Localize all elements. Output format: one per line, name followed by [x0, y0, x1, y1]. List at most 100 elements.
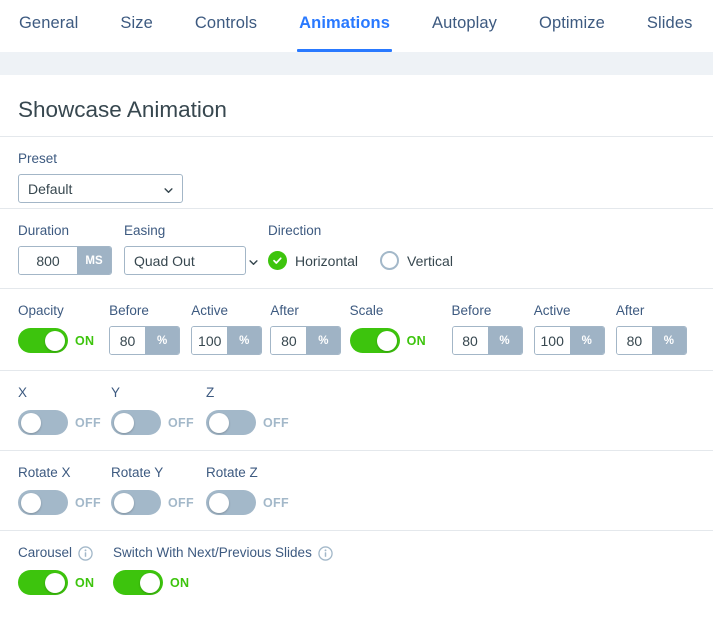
tab-general[interactable]: General — [19, 0, 78, 52]
radio-horizontal-label: Horizontal — [295, 252, 359, 269]
switch-slides-toggle-state: ON — [170, 575, 190, 590]
axis-x-field: X OFF — [18, 385, 111, 437]
scale-before-input-group[interactable]: % — [451, 326, 523, 355]
opacity-before-input[interactable] — [110, 327, 146, 354]
switch-slides-field: Switch With Next/Previous Slides ON — [113, 545, 333, 597]
rotate-z-toggle-state: OFF — [263, 495, 289, 510]
rotate-y-field: Rotate Y OFF — [111, 465, 206, 517]
opacity-after-unit: % — [306, 327, 341, 354]
scale-active-input[interactable] — [534, 327, 570, 354]
rotate-y-toggle[interactable] — [111, 490, 161, 515]
scale-after-label: After — [615, 303, 645, 318]
duration-label: Duration — [18, 223, 70, 238]
opacity-active-input[interactable] — [192, 327, 228, 354]
preset-row: Preset Default — [0, 137, 713, 209]
opacity-active-label: Active — [191, 303, 228, 318]
opacity-after-field: After % — [270, 303, 349, 355]
opacity-active-unit: % — [227, 327, 262, 354]
carousel-label-wrap: Carousel — [18, 545, 113, 561]
tab-label: Optimize — [539, 13, 605, 32]
rotate-x-field: Rotate X OFF — [18, 465, 111, 517]
opacity-before-input-group[interactable]: % — [109, 326, 181, 355]
scale-after-input[interactable] — [616, 327, 652, 354]
info-icon[interactable] — [78, 545, 93, 561]
scale-after-unit: % — [651, 327, 686, 354]
radio-vertical[interactable]: Vertical — [380, 251, 453, 270]
info-icon[interactable] — [318, 545, 333, 561]
opacity-after-input-group[interactable]: % — [270, 326, 342, 355]
axis-z-toggle-row: OFF — [206, 408, 289, 437]
scale-toggle[interactable] — [349, 328, 400, 353]
rotate-x-toggle[interactable] — [18, 490, 68, 515]
scale-field: Scale ON — [349, 303, 452, 355]
scale-before-unit: % — [487, 327, 522, 354]
scale-active-input-group[interactable]: % — [533, 326, 605, 355]
preset-select[interactable]: Default — [18, 174, 183, 203]
opacity-field: Opacity ON — [18, 303, 109, 355]
switch-slides-label: Switch With Next/Previous Slides — [113, 545, 312, 560]
tab-slides[interactable]: Slides — [647, 0, 693, 52]
translate-axes-row: X OFF Y OFF Z OFF — [0, 371, 713, 451]
switch-slides-label-wrap: Switch With Next/Previous Slides — [113, 545, 333, 561]
rotate-z-toggle[interactable] — [206, 490, 256, 515]
axis-z-toggle-state: OFF — [263, 415, 289, 430]
duration-field: Duration MS — [18, 223, 124, 275]
tab-label: Autoplay — [432, 13, 498, 32]
opacity-after-input[interactable] — [271, 327, 307, 354]
axis-y-label: Y — [111, 385, 121, 400]
easing-field: Easing Quad Out — [124, 223, 268, 275]
tab-label: Size — [120, 13, 153, 32]
tab-label: Slides — [646, 13, 693, 32]
opacity-label: Opacity — [18, 303, 64, 318]
tab-size[interactable]: Size — [120, 0, 153, 52]
switch-slides-toggle[interactable] — [113, 570, 163, 595]
opacity-active-input-group[interactable]: % — [191, 326, 263, 355]
toggle-knob — [140, 572, 160, 593]
toggle-knob — [45, 572, 65, 593]
scale-label: Scale — [349, 303, 384, 318]
axis-y-toggle[interactable] — [111, 410, 161, 435]
preset-select-wrap: Default — [18, 174, 183, 203]
direction-radio-group: Horizontal Vertical — [268, 246, 453, 275]
axis-y-field: Y OFF — [111, 385, 206, 437]
carousel-toggle[interactable] — [18, 570, 68, 595]
tab-label: Controls — [194, 13, 258, 32]
tab-autoplay[interactable]: Autoplay — [432, 0, 497, 52]
rotate-z-label: Rotate Z — [206, 465, 258, 480]
tab-optimize[interactable]: Optimize — [539, 0, 605, 52]
opacity-toggle[interactable] — [18, 328, 68, 353]
tab-animations[interactable]: Animations — [297, 0, 392, 52]
axis-x-toggle[interactable] — [18, 410, 68, 435]
preset-field: Preset Default — [18, 151, 183, 203]
toggle-knob — [208, 412, 229, 433]
opacity-toggle-row: ON — [18, 326, 109, 355]
axis-x-toggle-state: OFF — [75, 415, 101, 430]
axis-z-toggle[interactable] — [206, 410, 256, 435]
scale-active-label: Active — [533, 303, 571, 318]
tab-label: Animations — [299, 13, 390, 32]
rotate-z-toggle-row: OFF — [206, 488, 289, 517]
axis-x-label: X — [18, 385, 28, 400]
page-title: Showcase Animation — [0, 75, 713, 137]
direction-field: Direction Horizontal Vertical — [268, 223, 453, 275]
carousel-field: Carousel ON — [18, 545, 113, 597]
rotate-y-toggle-state: OFF — [168, 495, 194, 510]
duration-input[interactable] — [19, 247, 77, 274]
scale-before-input[interactable] — [452, 327, 488, 354]
toggle-knob — [208, 492, 229, 513]
toggle-knob — [20, 412, 41, 433]
rotate-x-toggle-row: OFF — [18, 488, 111, 517]
axis-x-toggle-row: OFF — [18, 408, 111, 437]
tab-controls[interactable]: Controls — [195, 0, 257, 52]
scale-after-input-group[interactable]: % — [615, 326, 687, 355]
toggle-knob — [113, 492, 134, 513]
opacity-scale-row: Opacity ON Before % Active % After % Sca… — [0, 289, 713, 371]
duration-input-group[interactable]: MS — [18, 246, 112, 275]
axis-z-label: Z — [206, 385, 215, 400]
duration-unit: MS — [77, 247, 111, 274]
carousel-toggle-state: ON — [75, 575, 95, 590]
opacity-active-field: Active % — [191, 303, 270, 355]
radio-horizontal[interactable]: Horizontal — [268, 251, 358, 270]
easing-select-wrap: Quad Out — [124, 246, 268, 275]
easing-select[interactable]: Quad Out — [124, 246, 246, 275]
